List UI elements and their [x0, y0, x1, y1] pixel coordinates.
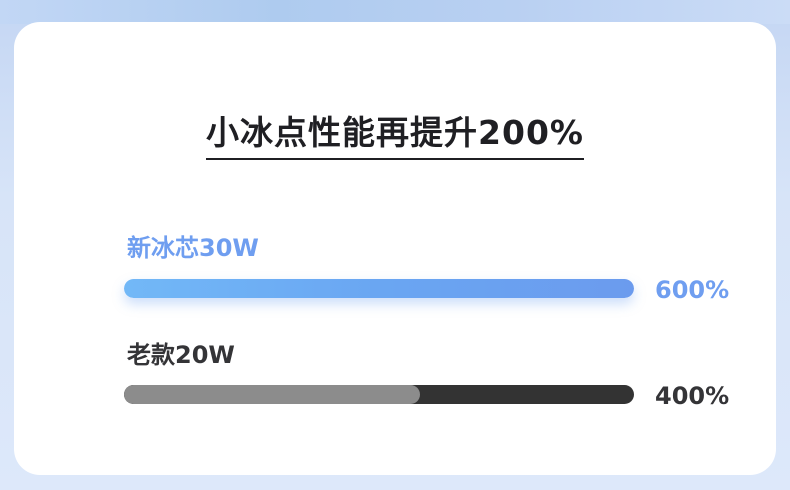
- old-model-bar-track: [124, 385, 634, 404]
- comparison-card: 小冰点性能再提升200% 新冰芯30W 600% 老款20W 400%: [14, 22, 776, 475]
- new-model-percent: 600%: [655, 276, 730, 304]
- new-model-label: 新冰芯30W: [127, 234, 259, 262]
- new-model-bar-track: [124, 279, 634, 298]
- headline-text: 小冰点性能再提升200%: [206, 106, 584, 160]
- headline: 小冰点性能再提升200%: [14, 106, 776, 160]
- old-model-label: 老款20W: [127, 341, 235, 369]
- new-model-bar-fill: [124, 279, 634, 298]
- old-model-percent: 400%: [655, 382, 730, 410]
- old-model-bar-fill: [124, 385, 420, 404]
- top-background-band: [0, 0, 790, 24]
